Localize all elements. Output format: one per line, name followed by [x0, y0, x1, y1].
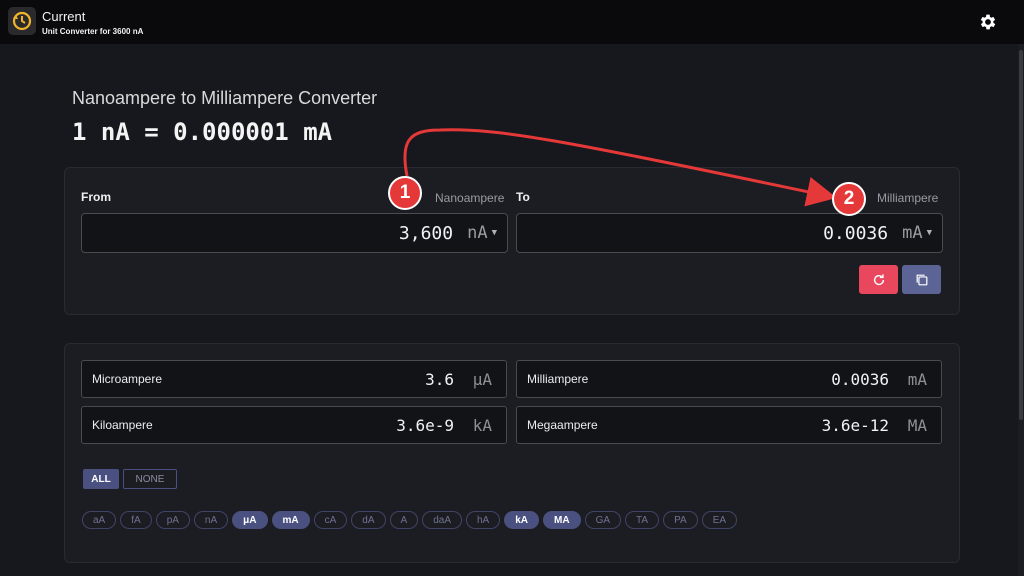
scrollbar-thumb[interactable] — [1019, 50, 1023, 420]
unit-chip[interactable]: MA — [543, 511, 581, 529]
unit-chip[interactable]: aA — [82, 511, 117, 529]
result-unit-name: Kiloampere — [92, 418, 153, 432]
unit-chip[interactable]: μA — [232, 511, 268, 529]
step-marker-1: 1 — [388, 176, 422, 210]
unit-chip[interactable]: dA — [351, 511, 386, 529]
result-unit-symbol: kA — [472, 416, 492, 435]
gear-icon — [980, 14, 996, 30]
unit-chip[interactable]: mA — [271, 511, 310, 529]
result-unit-name: Megaampere — [527, 418, 598, 432]
from-value-field[interactable]: 3,600 nA ▼ — [81, 213, 508, 253]
result-value: 3.6e-12 — [821, 416, 889, 435]
unit-chip[interactable]: hA — [466, 511, 501, 529]
to-unit-name: Milliampere — [877, 191, 939, 205]
select-all-button[interactable]: ALL — [83, 469, 119, 489]
from-unit-dropdown[interactable]: nA ▼ — [467, 223, 497, 243]
conversion-formula: 1 nA = 0.000001 mA — [72, 118, 333, 146]
result-unit-symbol: MA — [907, 416, 927, 435]
unit-chip[interactable]: cA — [313, 511, 348, 529]
result-row[interactable]: Milliampere 0.0036 mA — [516, 360, 942, 398]
settings-button[interactable] — [976, 10, 1000, 34]
from-label: From — [81, 190, 111, 204]
to-unit-dropdown[interactable]: mA ▼ — [902, 223, 932, 243]
unit-chip[interactable]: pA — [155, 511, 190, 529]
result-row[interactable]: Microampere 3.6 μA — [81, 360, 507, 398]
result-unit-name: Milliampere — [527, 372, 589, 386]
unit-chip[interactable]: TA — [625, 511, 660, 529]
app-title: Current — [42, 9, 86, 24]
from-unit-name: Nanoampere — [435, 191, 505, 205]
result-value: 3.6 — [425, 370, 454, 389]
unit-chip[interactable]: GA — [584, 511, 622, 529]
current-clock-icon — [8, 7, 36, 35]
result-value: 3.6e-9 — [396, 416, 454, 435]
unit-chip[interactable]: nA — [193, 511, 229, 529]
refresh-icon — [873, 273, 884, 285]
result-unit-symbol: mA — [907, 370, 927, 389]
from-unit-label: nA — [467, 223, 488, 243]
to-label: To — [516, 190, 530, 204]
step-marker-2: 2 — [832, 182, 866, 216]
unit-chip[interactable]: EA — [701, 511, 738, 529]
to-value-field[interactable]: 0.0036 mA ▼ — [516, 213, 943, 253]
result-row[interactable]: Kiloampere 3.6e-9 kA — [81, 406, 507, 444]
select-none-button[interactable]: NONE — [123, 469, 177, 489]
result-row[interactable]: Megaampere 3.6e-12 MA — [516, 406, 942, 444]
reset-button[interactable] — [859, 265, 898, 294]
caret-down-icon: ▼ — [491, 228, 497, 238]
to-unit-label: mA — [902, 223, 923, 243]
copy-icon — [916, 274, 927, 285]
unit-chip[interactable]: A — [389, 511, 419, 529]
page-title: Nanoampere to Milliampere Converter — [72, 88, 378, 108]
result-unit-symbol: μA — [472, 370, 492, 389]
unit-chip[interactable]: kA — [504, 511, 540, 529]
app-header: Current Unit Converter for 3600 nA — [0, 0, 1024, 44]
from-value[interactable]: 3,600 — [399, 223, 453, 244]
copy-button[interactable] — [902, 265, 941, 294]
caret-down-icon: ▼ — [926, 228, 932, 238]
to-value[interactable]: 0.0036 — [823, 223, 888, 244]
unit-chip[interactable]: fA — [120, 511, 152, 529]
unit-chip[interactable]: daA — [422, 511, 462, 529]
unit-chip[interactable]: PA — [663, 511, 698, 529]
app-subtitle: Unit Converter for 3600 nA — [42, 27, 144, 36]
unit-chip-list: aA fA pA nA μA mA cA dA AdaA hA kA MA GA TA PA EA — [82, 511, 738, 529]
result-unit-name: Microampere — [92, 372, 163, 386]
result-value: 0.0036 — [831, 370, 889, 389]
